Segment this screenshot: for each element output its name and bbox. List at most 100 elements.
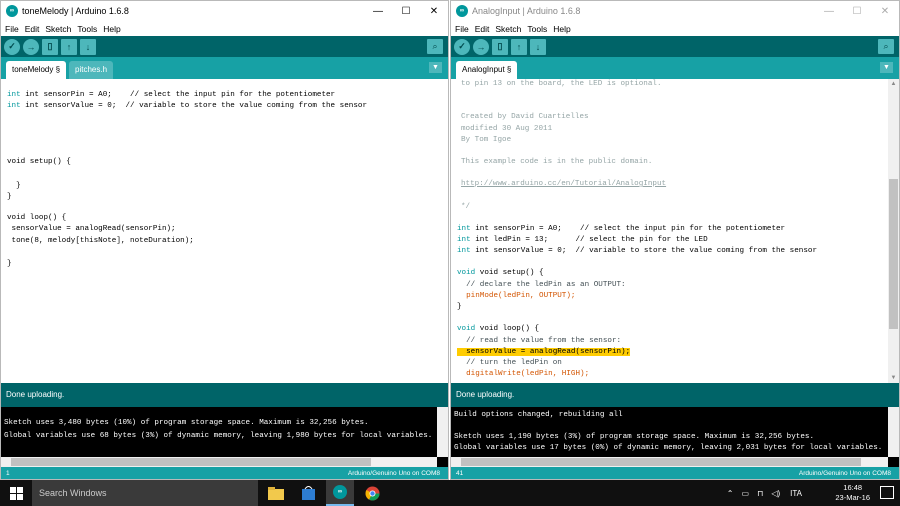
- verify-icon[interactable]: ✓: [4, 38, 20, 55]
- arduino-logo-icon: ∞: [456, 5, 468, 17]
- code-line: void loop() {: [7, 214, 67, 222]
- upload-icon[interactable]: →: [473, 38, 489, 55]
- code-line: This example code is in the public domai…: [461, 158, 653, 166]
- left-ide-window: ∞ toneMelody | Arduino 1.6.8 — ☐ ✕ File …: [0, 0, 449, 480]
- code-line: sensorValue = analogRead(sensorPin);: [7, 225, 176, 233]
- network-icon[interactable]: ⊓: [757, 489, 763, 498]
- menu-edit[interactable]: Edit: [475, 24, 490, 34]
- console-horizontal-scrollbar[interactable]: [1, 457, 437, 467]
- right-console[interactable]: Build options changed, rebuilding all Sk…: [451, 407, 899, 467]
- volume-icon[interactable]: ◁): [771, 489, 780, 498]
- code-line: void setup() {: [7, 158, 71, 166]
- tab-analoginput[interactable]: AnalogInput §: [456, 61, 518, 79]
- line-number: 1: [6, 470, 10, 477]
- menu-file[interactable]: File: [5, 24, 19, 34]
- menu-tools[interactable]: Tools: [77, 24, 97, 34]
- left-console[interactable]: Sketch uses 3,480 bytes (10%) of program…: [1, 407, 448, 467]
- notifications-icon[interactable]: [880, 486, 894, 499]
- system-tray: ⌃ ▭ ⊓ ◁) ITA: [727, 480, 802, 506]
- new-sketch-icon[interactable]: ▯: [492, 38, 508, 55]
- code-line: // read the value from the sensor:: [457, 337, 622, 345]
- code-line: int int sensorValue = 0; // variable to …: [457, 247, 818, 255]
- code-line: // declare the ledPin as an OUTPUT:: [457, 281, 626, 289]
- new-sketch-icon[interactable]: ▯: [42, 38, 58, 55]
- menu-help[interactable]: Help: [553, 24, 570, 34]
- tab-tonemelody[interactable]: toneMelody §: [6, 61, 67, 79]
- close-button[interactable]: ✕: [420, 1, 448, 21]
- language-indicator[interactable]: ITA: [790, 489, 802, 498]
- minimize-button[interactable]: —: [364, 1, 392, 21]
- battery-icon[interactable]: ▭: [742, 489, 750, 498]
- arduino-logo-icon: ∞: [333, 485, 347, 499]
- code-line: int int sensorPin = A0; // select the in…: [7, 91, 336, 99]
- scrollbar-thumb[interactable]: [889, 179, 898, 329]
- right-code-editor[interactable]: to pin 13 on the board, the LED is optio…: [451, 79, 888, 383]
- menu-tools[interactable]: Tools: [527, 24, 547, 34]
- right-tabstrip: AnalogInput § ▼: [451, 57, 899, 79]
- console-horizontal-scrollbar[interactable]: [451, 457, 888, 467]
- console-vertical-scrollbar[interactable]: [437, 407, 448, 457]
- code-line: }: [7, 260, 12, 268]
- code-line: to pin 13 on the board, the LED is optio…: [461, 80, 662, 88]
- close-button[interactable]: ✕: [871, 1, 899, 21]
- tab-menu-icon[interactable]: ▼: [429, 62, 442, 73]
- open-sketch-icon[interactable]: ↑: [61, 38, 77, 55]
- code-line: pinMode(ledPin, OUTPUT);: [457, 292, 576, 300]
- maximize-button[interactable]: ☐: [843, 1, 871, 21]
- left-footer: 1 Arduino/Genuino Uno on COM8: [1, 467, 448, 479]
- right-footer: 41 Arduino/Genuino Uno on COM8: [451, 467, 899, 479]
- tutorial-link[interactable]: http://www.arduino.cc/en/Tutorial/Analog…: [461, 180, 666, 188]
- file-explorer-icon[interactable]: [262, 480, 290, 506]
- maximize-button[interactable]: ☐: [392, 1, 420, 21]
- console-line: Global variables use 17 bytes (0%) of dy…: [454, 444, 883, 452]
- code-line: digitalWrite(ledPin, HIGH);: [457, 370, 590, 378]
- arduino-taskbar-icon[interactable]: ∞: [326, 480, 354, 506]
- menu-help[interactable]: Help: [103, 24, 120, 34]
- windows-start-icon[interactable]: [0, 480, 32, 506]
- code-line: int int sensorValue = 0; // variable to …: [7, 102, 368, 110]
- desktop: ∞ toneMelody | Arduino 1.6.8 — ☐ ✕ File …: [0, 0, 900, 506]
- menu-file[interactable]: File: [455, 24, 469, 34]
- code-line: By Tom Igoe: [461, 136, 512, 144]
- console-line: Global variables use 68 bytes (3%) of dy…: [4, 432, 433, 440]
- tab-menu-icon[interactable]: ▼: [880, 62, 893, 73]
- right-toolbar: ✓ → ▯ ↑ ↓ ⌕: [451, 36, 899, 57]
- console-line: Sketch uses 3,480 bytes (10%) of program…: [4, 419, 369, 427]
- scroll-down-icon[interactable]: ▼: [888, 373, 899, 383]
- menu-sketch[interactable]: Sketch: [495, 24, 521, 34]
- code-line: void void loop() {: [457, 325, 540, 333]
- board-info: Arduino/Genuino Uno on COM8: [798, 470, 891, 477]
- scroll-up-icon[interactable]: ▲: [888, 79, 899, 89]
- left-titlebar[interactable]: ∞ toneMelody | Arduino 1.6.8 — ☐ ✕: [1, 1, 448, 21]
- store-icon[interactable]: [294, 480, 322, 506]
- left-status-bar: Done uploading.: [1, 383, 448, 407]
- arduino-logo-icon: ∞: [6, 5, 18, 17]
- serial-monitor-icon[interactable]: ⌕: [427, 39, 443, 54]
- minimize-button[interactable]: —: [815, 1, 843, 21]
- save-sketch-icon[interactable]: ↓: [530, 38, 546, 55]
- serial-monitor-icon[interactable]: ⌕: [878, 39, 894, 54]
- console-line: Build options changed, rebuilding all: [454, 411, 623, 419]
- menu-edit[interactable]: Edit: [25, 24, 40, 34]
- clock[interactable]: 16:48 23-Mar-16: [835, 483, 870, 503]
- left-code-editor[interactable]: int int sensorPin = A0; // select the in…: [1, 79, 448, 383]
- taskbar-search-input[interactable]: Search Windows: [32, 480, 258, 506]
- code-line: void void setup() {: [457, 269, 544, 277]
- console-vertical-scrollbar[interactable]: [888, 407, 899, 457]
- editor-vertical-scrollbar[interactable]: ▲ ▼: [888, 79, 899, 383]
- clock-date: 23-Mar-16: [835, 493, 870, 502]
- code-line: */: [461, 203, 471, 211]
- tab-pitches[interactable]: pitches.h: [69, 61, 114, 79]
- verify-icon[interactable]: ✓: [454, 38, 470, 55]
- show-hidden-icons-icon[interactable]: ⌃: [727, 489, 734, 498]
- left-toolbar: ✓ → ▯ ↑ ↓ ⌕: [1, 36, 448, 57]
- chrome-icon[interactable]: [358, 480, 386, 506]
- clock-time: 16:48: [843, 483, 863, 492]
- save-sketch-icon[interactable]: ↓: [80, 38, 96, 55]
- upload-icon[interactable]: →: [23, 38, 39, 55]
- open-sketch-icon[interactable]: ↑: [511, 38, 527, 55]
- code-line: }: [457, 303, 462, 311]
- right-titlebar[interactable]: ∞ AnalogInput | Arduino 1.6.8 — ☐ ✕: [451, 1, 899, 21]
- right-menubar: File Edit Sketch Tools Help: [451, 21, 899, 36]
- menu-sketch[interactable]: Sketch: [45, 24, 71, 34]
